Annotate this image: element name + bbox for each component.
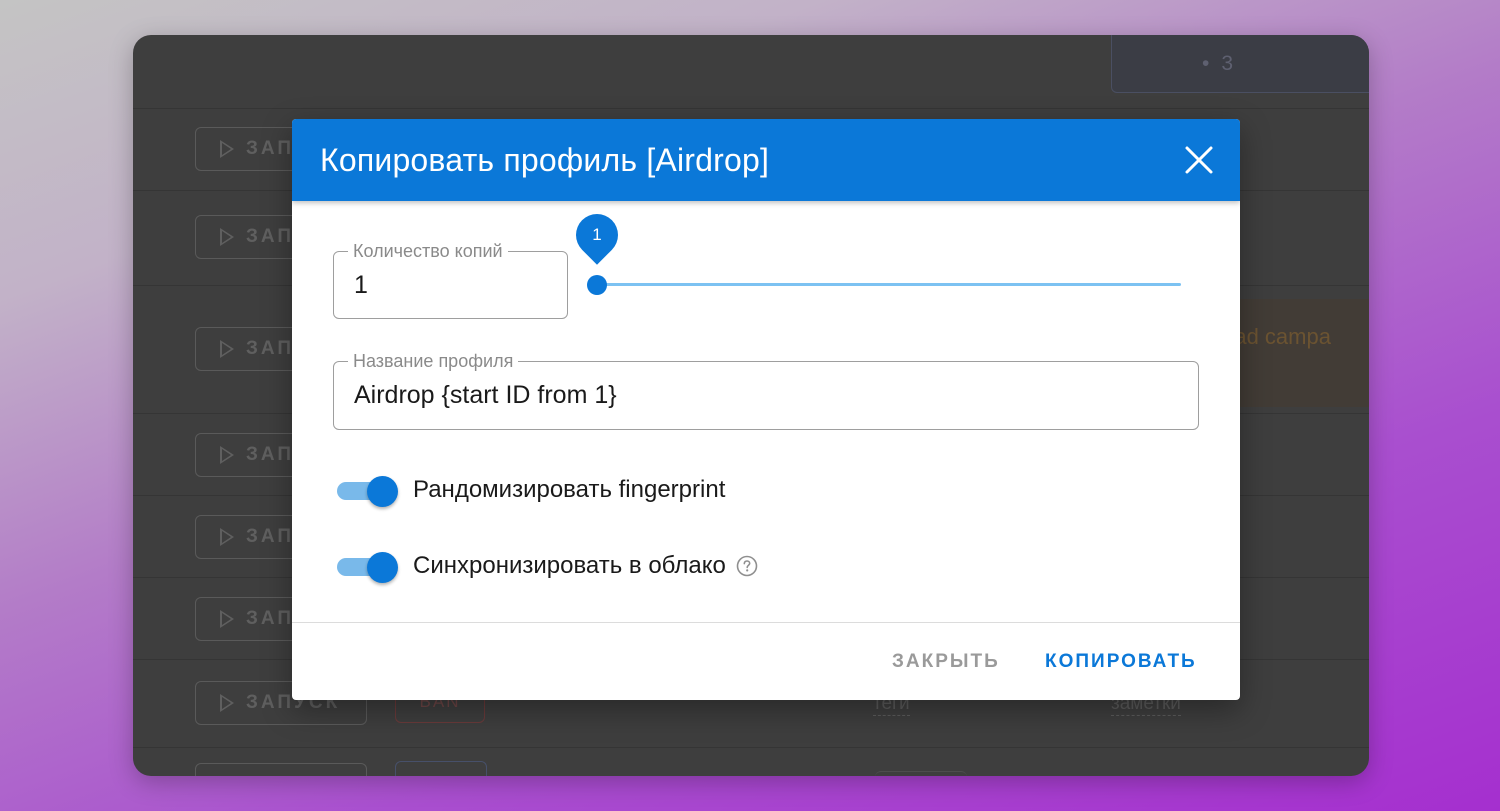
randomize-fingerprint-toggle[interactable] [337,473,399,507]
copies-slider[interactable] [586,269,1186,301]
sync-cloud-toggle[interactable] [337,549,399,583]
help-circle-icon[interactable] [736,555,758,577]
close-icon[interactable] [1184,145,1214,175]
background-card: 3 [1111,35,1369,93]
background-row-divider [133,747,1369,748]
profile-name-value: Airdrop {start ID from 1} [354,381,617,409]
background-run-button [195,763,367,776]
randomize-fingerprint-row: Рандомизировать fingerprint [337,473,725,507]
randomize-fingerprint-label: Рандомизировать fingerprint [413,476,726,503]
background-row-divider [133,108,1369,109]
background-card-value: 3 [1221,51,1234,75]
footer-divider [292,622,1240,623]
slider-thumb[interactable] [587,275,607,295]
slider-track [596,283,1181,286]
play-icon [220,694,234,712]
play-icon [220,228,234,246]
slider-value-label: 1 [592,225,602,244]
copies-count-value: 1 [354,270,368,299]
copies-count-field[interactable]: Количество копий 1 [333,241,568,319]
sync-cloud-label: Синхронизировать в облако [413,552,726,579]
background-status-tag [395,761,487,776]
switch-knob [367,552,398,583]
play-icon [220,610,234,628]
profile-name-field[interactable]: Название профиля Airdrop {start ID from … [333,351,1199,430]
play-icon [220,446,234,464]
background-tag-chip [875,771,967,776]
play-icon [220,340,234,358]
play-icon [220,140,234,158]
close-button[interactable]: ЗАКРЫТЬ [892,646,1000,678]
copies-count-label: Количество копий [348,241,508,261]
dialog-header: Копировать профиль [Airdrop] [292,119,1240,201]
switch-knob [367,476,398,507]
copy-profile-dialog: Копировать профиль [Airdrop] Количество … [292,119,1240,700]
copy-button[interactable]: КОПИРОВАТЬ [1045,646,1197,678]
play-icon [220,528,234,546]
sync-cloud-row: Синхронизировать в облако [337,549,758,583]
dialog-title: Копировать профиль [Airdrop] [320,141,770,178]
